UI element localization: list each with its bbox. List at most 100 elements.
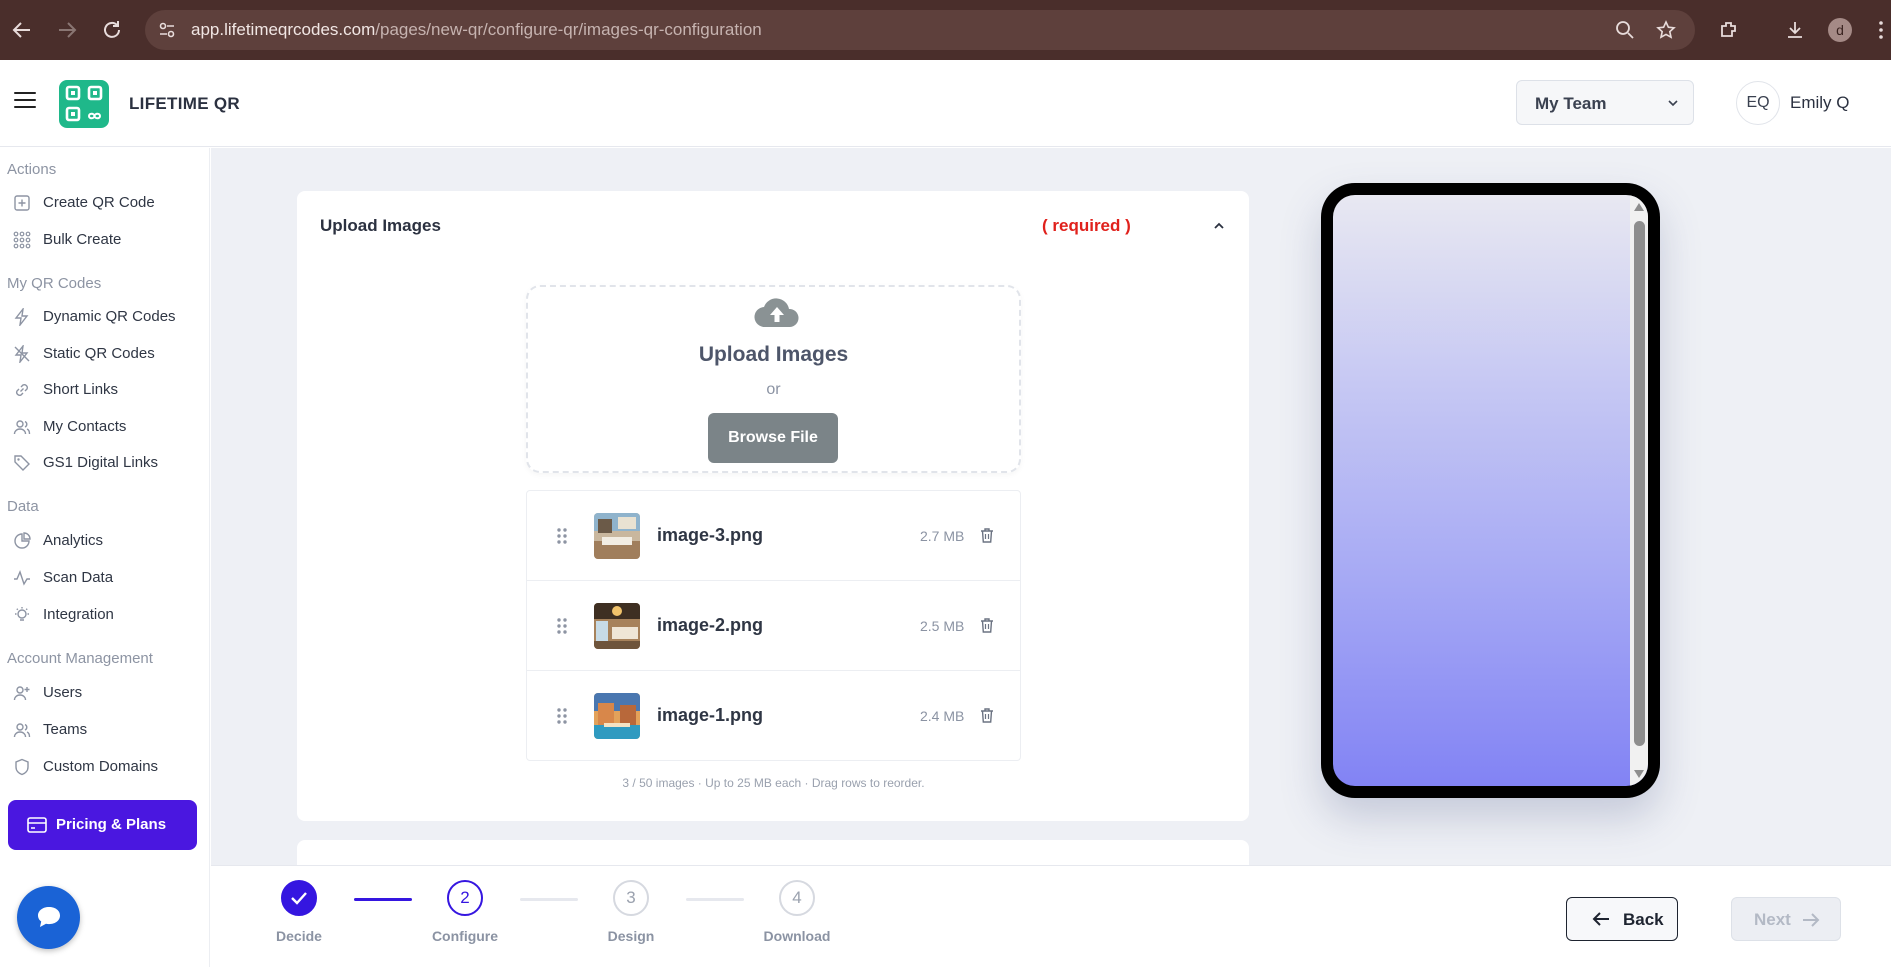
preview-scrollbar[interactable] bbox=[1630, 195, 1648, 786]
step-connector bbox=[354, 898, 412, 901]
browser-toolbar: app.lifetimeqrcodes.com/pages/new-qr/con… bbox=[0, 0, 1891, 60]
drag-handle-icon[interactable] bbox=[555, 617, 569, 635]
sidebar-item-dynamic-qr[interactable]: Dynamic QR Codes bbox=[13, 304, 203, 330]
list-item[interactable]: image-2.png 2.5 MB bbox=[527, 581, 1020, 671]
sidebar-item-label: Bulk Create bbox=[43, 231, 122, 248]
scroll-down-arrow-icon[interactable] bbox=[1634, 770, 1644, 778]
zoom-icon[interactable] bbox=[1615, 20, 1635, 40]
sidebar-item-label: Dynamic QR Codes bbox=[43, 308, 176, 325]
dropzone-title: Upload Images bbox=[698, 343, 849, 366]
sidebar-item-bulk-create[interactable]: Bulk Create bbox=[13, 227, 203, 253]
uploaded-files-list: image-3.png 2.7 MB image-2.png 2.5 MB im… bbox=[526, 490, 1021, 761]
users-icon bbox=[13, 723, 31, 738]
phone-screen[interactable] bbox=[1333, 195, 1648, 786]
pie-chart-icon bbox=[14, 532, 31, 549]
section-my-qr-codes: My QR Codes bbox=[7, 275, 102, 292]
back-arrow-icon[interactable] bbox=[10, 18, 34, 42]
profile-avatar[interactable]: d bbox=[1828, 18, 1852, 42]
image-thumbnail bbox=[594, 513, 640, 559]
shield-icon bbox=[15, 758, 29, 776]
browse-file-button[interactable]: Browse File bbox=[708, 413, 838, 463]
star-icon[interactable] bbox=[1656, 20, 1676, 40]
bulb-icon bbox=[15, 607, 29, 621]
link-icon bbox=[16, 384, 28, 396]
grid-dots-icon bbox=[13, 231, 31, 249]
menu-dots-icon[interactable] bbox=[1870, 19, 1891, 41]
file-name: image-1.png bbox=[657, 705, 764, 725]
sidebar-item-short-links[interactable]: Short Links bbox=[13, 377, 203, 403]
user-name[interactable]: Emily Q bbox=[1790, 93, 1850, 113]
site-settings-icon[interactable] bbox=[157, 20, 177, 40]
plus-square-icon bbox=[14, 195, 30, 211]
back-button[interactable]: Back bbox=[1566, 897, 1678, 941]
pricing-plans-button[interactable]: Pricing & Plans bbox=[8, 800, 197, 850]
sidebar-item-gs1-links[interactable]: GS1 Digital Links bbox=[13, 450, 203, 476]
sidebar-item-my-contacts[interactable]: My Contacts bbox=[13, 414, 203, 440]
lightning-icon bbox=[14, 308, 29, 326]
hamburger-menu-icon[interactable] bbox=[14, 92, 36, 110]
sidebar-item-create-qr[interactable]: Create QR Code bbox=[13, 190, 203, 216]
step-configure[interactable]: 2 Configure bbox=[415, 880, 515, 960]
chevron-up-icon[interactable] bbox=[1212, 221, 1226, 231]
pricing-plans-label: Pricing & Plans bbox=[56, 816, 167, 833]
list-item[interactable]: image-1.png 2.4 MB bbox=[527, 671, 1020, 761]
step-circle: 3 bbox=[613, 880, 649, 916]
trash-icon[interactable] bbox=[979, 707, 995, 724]
sidebar-item-integration[interactable]: Integration bbox=[13, 602, 203, 628]
sidebar-item-scan-data[interactable]: Scan Data bbox=[13, 565, 203, 591]
drag-handle-icon[interactable] bbox=[555, 527, 569, 545]
user-plus-icon bbox=[13, 686, 30, 701]
step-download[interactable]: 4 Download bbox=[747, 880, 847, 960]
next-section-card bbox=[297, 840, 1249, 865]
scrollbar-thumb[interactable] bbox=[1634, 221, 1645, 746]
sidebar-item-label: Teams bbox=[43, 721, 88, 738]
step-design[interactable]: 3 Design bbox=[581, 880, 681, 960]
download-icon[interactable] bbox=[1784, 19, 1806, 41]
image-thumbnail bbox=[594, 603, 640, 649]
step-label: Download bbox=[763, 928, 831, 944]
back-label: Back bbox=[1623, 910, 1664, 929]
upload-dropzone[interactable]: Upload Images or Browse File bbox=[526, 285, 1021, 473]
step-circle bbox=[281, 880, 317, 916]
brand-name: LIFETIME QR bbox=[129, 94, 240, 113]
trash-icon[interactable] bbox=[979, 617, 995, 634]
next-button[interactable]: Next bbox=[1731, 897, 1841, 941]
sidebar-item-custom-domains[interactable]: Custom Domains bbox=[13, 754, 203, 780]
section-data: Data bbox=[7, 498, 39, 515]
arrow-left-icon bbox=[1592, 912, 1609, 926]
sidebar-item-analytics[interactable]: Analytics bbox=[13, 528, 203, 554]
lightning-off-icon bbox=[14, 345, 30, 363]
section-account-management: Account Management bbox=[7, 650, 153, 667]
main-content: Upload Images ( required ) Upload Images… bbox=[211, 148, 1891, 865]
sidebar-item-static-qr[interactable]: Static QR Codes bbox=[13, 341, 203, 367]
forward-arrow-icon[interactable] bbox=[55, 18, 79, 42]
sidebar-item-users[interactable]: Users bbox=[13, 680, 203, 706]
sidebar-item-label: Static QR Codes bbox=[43, 345, 155, 362]
tag-icon bbox=[14, 455, 30, 471]
user-avatar[interactable]: EQ bbox=[1736, 81, 1780, 125]
sidebar-item-label: Users bbox=[43, 684, 83, 701]
sidebar-item-label: Custom Domains bbox=[43, 758, 159, 775]
brand-logo[interactable] bbox=[59, 80, 109, 128]
drag-handle-icon[interactable] bbox=[555, 707, 569, 725]
required-label: ( required ) bbox=[1042, 216, 1131, 235]
check-icon bbox=[291, 892, 307, 905]
chat-icon bbox=[38, 907, 60, 927]
chat-support-button[interactable] bbox=[17, 886, 80, 949]
step-label: Decide bbox=[276, 928, 322, 944]
reload-icon[interactable] bbox=[100, 18, 124, 42]
sidebar-item-teams[interactable]: Teams bbox=[13, 717, 203, 743]
team-select[interactable]: My Team bbox=[1516, 80, 1694, 125]
trash-icon[interactable] bbox=[979, 527, 995, 544]
image-thumbnail bbox=[594, 693, 640, 739]
list-item[interactable]: image-3.png 2.7 MB bbox=[527, 491, 1020, 581]
extensions-icon[interactable] bbox=[1718, 19, 1740, 41]
file-size: 2.4 MB bbox=[920, 708, 965, 724]
step-decide[interactable]: Decide bbox=[249, 880, 349, 960]
upload-images-title[interactable]: Upload Images bbox=[320, 216, 441, 236]
scroll-up-arrow-icon[interactable] bbox=[1634, 203, 1644, 211]
activity-icon bbox=[14, 570, 30, 586]
sidebar-item-label: Analytics bbox=[43, 532, 104, 549]
address-bar[interactable]: app.lifetimeqrcodes.com/pages/new-qr/con… bbox=[145, 10, 1695, 50]
step-connector bbox=[686, 898, 744, 901]
